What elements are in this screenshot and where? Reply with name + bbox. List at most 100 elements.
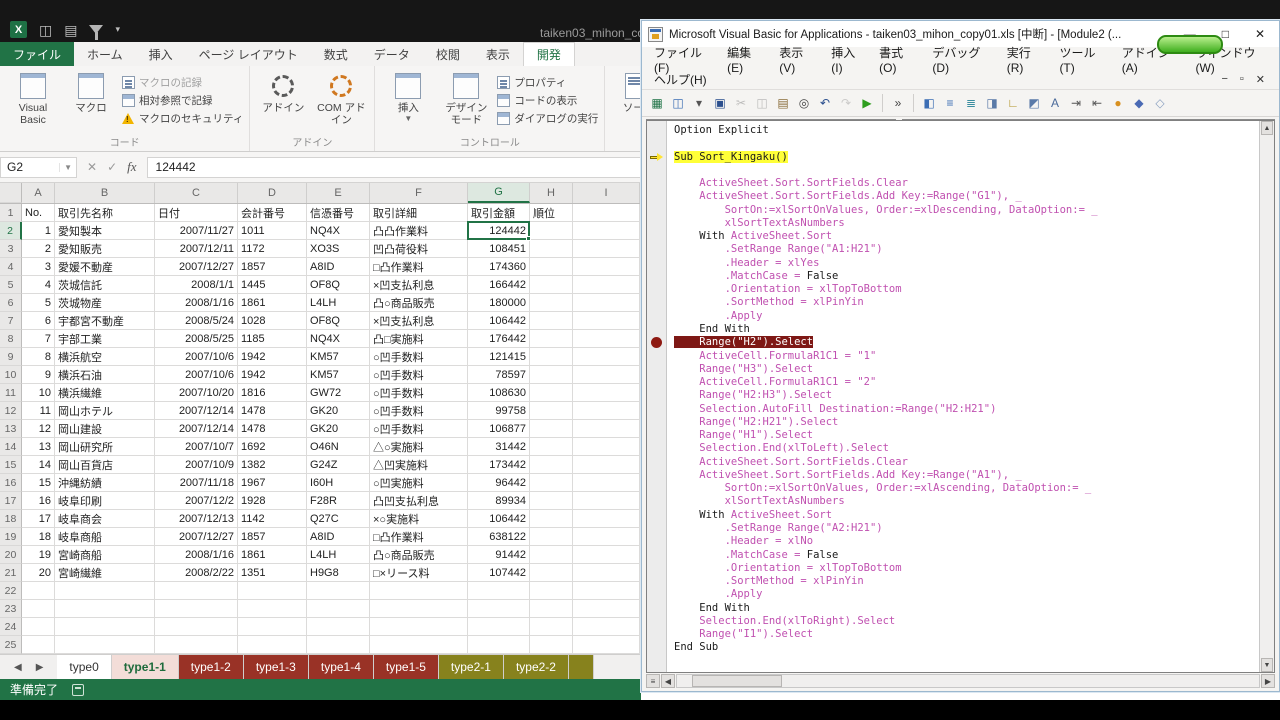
cell-G23[interactable] xyxy=(468,600,530,618)
scroll-down-icon[interactable]: ▼ xyxy=(1261,658,1273,672)
vba-maximize-button[interactable]: □ xyxy=(1222,27,1229,41)
cell-B4[interactable]: 愛媛不動産 xyxy=(55,258,155,276)
cell-A13[interactable]: 12 xyxy=(22,420,55,438)
cell-B1[interactable]: 取引先名称 xyxy=(55,204,155,222)
cell-B24[interactable] xyxy=(55,618,155,636)
cell-H22[interactable] xyxy=(530,582,573,600)
cell-G12[interactable]: 99758 xyxy=(468,402,530,420)
cell-A18[interactable]: 17 xyxy=(22,510,55,528)
cell-F2[interactable]: 凸凸作業料 xyxy=(370,222,468,240)
cell-H12[interactable] xyxy=(530,402,573,420)
cell-G13[interactable]: 106877 xyxy=(468,420,530,438)
cell-H18[interactable] xyxy=(530,510,573,528)
cell-A23[interactable] xyxy=(22,600,55,618)
cell-F16[interactable]: ○凹実施料 xyxy=(370,474,468,492)
cell-B17[interactable]: 岐阜印刷 xyxy=(55,492,155,510)
cell-D17[interactable]: 1928 xyxy=(238,492,307,510)
cell-I13[interactable] xyxy=(573,420,640,438)
cell-F4[interactable]: □凸作業料 xyxy=(370,258,468,276)
menu-ツール(T)[interactable]: ツール(T) xyxy=(1051,44,1113,75)
code-line[interactable]: xlSortTextAsNumbers xyxy=(674,495,1259,508)
row-header-2[interactable]: 2 xyxy=(0,222,22,240)
cell-G16[interactable]: 96442 xyxy=(468,474,530,492)
code-line[interactable]: End Sub xyxy=(674,641,1259,654)
column-header-B[interactable]: B xyxy=(55,183,155,203)
row-header-3[interactable]: 3 xyxy=(0,240,22,258)
cell-H8[interactable] xyxy=(530,330,573,348)
cell-C14[interactable]: 2007/10/7 xyxy=(155,438,238,456)
menu-表示(V)[interactable]: 表示(V) xyxy=(771,44,823,75)
column-header-C[interactable]: C xyxy=(155,183,238,203)
menu-ヘルプ(H)[interactable]: ヘルプ(H) xyxy=(646,71,715,88)
cell-H4[interactable] xyxy=(530,258,573,276)
row-header-18[interactable]: 18 xyxy=(0,510,22,528)
cell-B10[interactable]: 横浜石油 xyxy=(55,366,155,384)
row-header-1[interactable]: 1 xyxy=(0,204,22,222)
filter-icon[interactable] xyxy=(89,25,103,34)
cell-G24[interactable] xyxy=(468,618,530,636)
cell-I12[interactable] xyxy=(573,402,640,420)
cell-C12[interactable]: 2007/12/14 xyxy=(155,402,238,420)
row-header-4[interactable]: 4 xyxy=(0,258,22,276)
cell-E18[interactable]: Q27C xyxy=(307,510,370,528)
hscroll-track[interactable] xyxy=(676,674,1260,688)
cell-A6[interactable]: 5 xyxy=(22,294,55,312)
cell-H9[interactable] xyxy=(530,348,573,366)
code-line[interactable]: Range("H3").Select xyxy=(674,363,1259,376)
code-line[interactable]: ActiveSheet.Sort.SortFields.Add Key:=Ran… xyxy=(674,469,1259,482)
cell-D18[interactable]: 1142 xyxy=(238,510,307,528)
cell-C21[interactable]: 2008/2/22 xyxy=(155,564,238,582)
cell-I8[interactable] xyxy=(573,330,640,348)
cell-F12[interactable]: ○凹手数料 xyxy=(370,402,468,420)
excel-logo-icon[interactable]: X xyxy=(10,21,27,38)
row-header-7[interactable]: 7 xyxy=(0,312,22,330)
project-explorer-icon[interactable]: ◨ xyxy=(983,94,1001,112)
mdi-minimize-button[interactable]: − xyxy=(1221,73,1227,86)
cell-D22[interactable] xyxy=(238,582,307,600)
cell-I19[interactable] xyxy=(573,528,640,546)
cell-E12[interactable]: GK20 xyxy=(307,402,370,420)
cell-B3[interactable]: 愛知販売 xyxy=(55,240,155,258)
cell-G9[interactable]: 121415 xyxy=(468,348,530,366)
code-line[interactable]: Range("I1").Select xyxy=(674,628,1259,641)
cell-I21[interactable] xyxy=(573,564,640,582)
bookmark-icon[interactable]: ◇ xyxy=(1151,94,1169,112)
cell-A7[interactable]: 6 xyxy=(22,312,55,330)
overflow-chevron[interactable]: » xyxy=(889,94,907,112)
code-line[interactable]: SortOn:=xlSortOnValues, Order:=xlAscendi… xyxy=(674,482,1259,495)
sheet-tab-type2-1[interactable]: type2-1 xyxy=(439,655,504,679)
cell-A14[interactable]: 13 xyxy=(22,438,55,456)
cell-F9[interactable]: ○凹手数料 xyxy=(370,348,468,366)
cell-D21[interactable]: 1351 xyxy=(238,564,307,582)
sheet-tab-type1-3[interactable]: type1-3 xyxy=(244,655,309,679)
cell-B14[interactable]: 岡山研究所 xyxy=(55,438,155,456)
ribbon-tab-ページ レイアウト[interactable]: ページ レイアウト xyxy=(186,42,311,66)
hand-icon[interactable]: ● xyxy=(1109,94,1127,112)
cell-C20[interactable]: 2008/1/16 xyxy=(155,546,238,564)
cell-G7[interactable]: 106442 xyxy=(468,312,530,330)
visual-basic-button[interactable]: Visual Basic xyxy=(6,70,60,135)
current-statement-arrow-icon[interactable] xyxy=(650,153,663,162)
margin-indicator-bar[interactable] xyxy=(647,121,667,672)
sheet-next-icon[interactable]: ▶ xyxy=(36,662,44,673)
column-header-F[interactable]: F xyxy=(370,183,468,203)
insert-controls-button[interactable]: 挿入▼ xyxy=(381,70,435,135)
menu-書式(O)[interactable]: 書式(O) xyxy=(871,44,924,75)
code-line[interactable]: End With xyxy=(674,323,1259,336)
save-icon[interactable]: ▣ xyxy=(711,94,729,112)
view-excel-icon[interactable]: ▦ xyxy=(648,94,666,112)
cell-B5[interactable]: 茨城信託 xyxy=(55,276,155,294)
code-line[interactable]: Range("H1").Select xyxy=(674,429,1259,442)
cell-E7[interactable]: OF8Q xyxy=(307,312,370,330)
cell-B20[interactable]: 宮崎商船 xyxy=(55,546,155,564)
code-line[interactable]: Selection.AutoFill Destination:=Range("H… xyxy=(674,403,1259,416)
cell-D4[interactable]: 1857 xyxy=(238,258,307,276)
record-macro-button[interactable]: マクロの記録 xyxy=(122,75,243,90)
cell-F20[interactable]: 凸○商品販売 xyxy=(370,546,468,564)
ribbon-tab-数式[interactable]: 数式 xyxy=(311,42,361,66)
row-header-16[interactable]: 16 xyxy=(0,474,22,492)
code-line[interactable]: .SetRange Range("A1:H21") xyxy=(674,243,1259,256)
vertical-scrollbar[interactable]: ▲ ▼ xyxy=(1259,121,1274,672)
cell-E6[interactable]: L4LH xyxy=(307,294,370,312)
cell-D11[interactable]: 1816 xyxy=(238,384,307,402)
